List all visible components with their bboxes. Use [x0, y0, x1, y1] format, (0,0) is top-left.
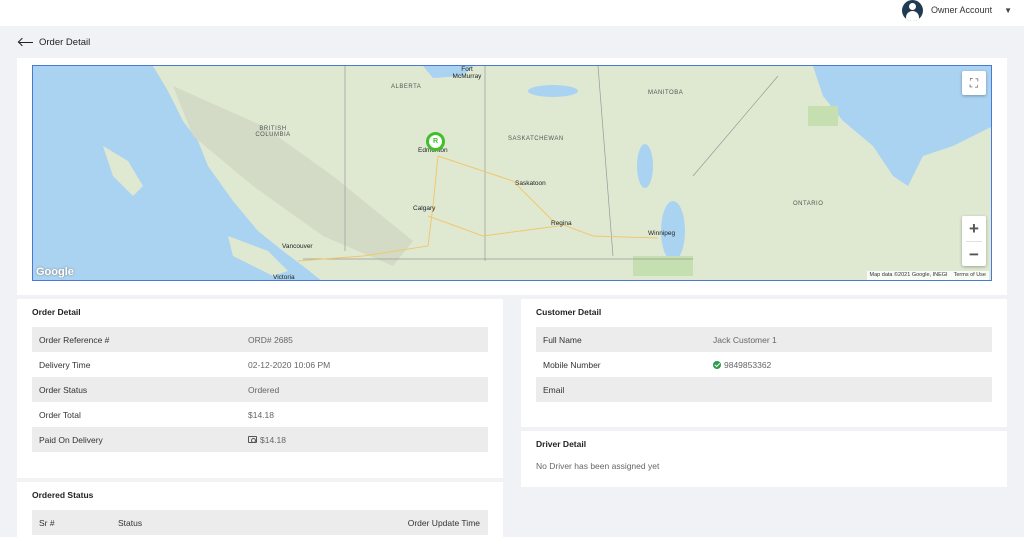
row-value: $14.18	[248, 409, 274, 420]
region-label: ALBERTA	[391, 84, 422, 90]
full-name-row: Full Name Jack Customer 1	[536, 327, 992, 352]
map-view[interactable]: ALBERTA MANITOBA BRITISH COLUMBIA SASKAT…	[32, 65, 992, 281]
google-logo: Google	[36, 266, 74, 278]
row-label: Delivery Time	[39, 359, 91, 370]
row-label: Full Name	[543, 334, 582, 345]
column-header: Status	[118, 517, 143, 528]
breadcrumb: Order Detail	[17, 37, 90, 48]
mobile-number-row: Mobile Number 9849853362	[536, 352, 992, 377]
delivery-time-row: Delivery Time 02-12-2020 10:06 PM	[32, 352, 488, 377]
row-label: Mobile Number	[543, 359, 601, 370]
row-value: $14.18	[248, 435, 286, 445]
order-reference-row: Order Reference # ORD# 2685	[32, 327, 488, 352]
order-total-row: Order Total $14.18	[32, 402, 488, 427]
zoom-control: + −	[962, 216, 986, 266]
region-label: ONTARIO	[793, 201, 824, 207]
row-value: 02-12-2020 10:06 PM	[248, 359, 331, 370]
status-table-header: Sr # Status Order Update Time	[32, 510, 488, 535]
mobile-number: 9849853362	[724, 359, 772, 370]
order-detail-card: Order Detail Order Reference # ORD# 2685…	[17, 299, 503, 478]
terms-link[interactable]: Terms of Use	[954, 272, 986, 279]
column-header: Order Update Time	[407, 517, 480, 528]
city-label: Victoria	[273, 274, 295, 281]
map-attribution: Map data ©2021 Google, INEGI Terms of Us…	[866, 271, 989, 280]
page-title: Order Detail	[39, 37, 91, 48]
column-header: Sr #	[39, 517, 55, 528]
driver-detail-card: Driver Detail No Driver has been assigne…	[521, 431, 1007, 487]
row-value: ORD# 2685	[248, 334, 293, 345]
chevron-down-icon[interactable]: ▼	[1004, 6, 1012, 15]
city-label: Saskatoon	[515, 180, 546, 187]
paid-on-delivery-row: Paid On Delivery $14.18	[32, 427, 488, 452]
order-status-row: Order Status Ordered	[32, 377, 488, 402]
email-row: Email	[536, 377, 992, 402]
customer-detail-title: Customer Detail	[536, 307, 602, 317]
account-name[interactable]: Owner Account	[931, 5, 992, 15]
paid-amount: $14.18	[260, 434, 286, 445]
map-marker[interactable]: R	[426, 132, 445, 151]
customer-detail-card: Customer Detail Full Name Jack Customer …	[521, 299, 1007, 427]
map-data-text: Map data ©2021 Google, INEGI	[869, 272, 948, 278]
city-label: Regina	[551, 220, 572, 227]
arrow-left-icon[interactable]	[17, 38, 33, 48]
no-driver-message: No Driver has been assigned yet	[536, 461, 660, 471]
row-value: 9849853362	[713, 360, 771, 370]
city-label: Fort McMurray	[452, 66, 482, 80]
cash-icon	[248, 436, 257, 443]
order-detail-title: Order Detail	[32, 307, 81, 317]
ordered-status-title: Ordered Status	[32, 490, 94, 500]
top-bar: Owner Account ▼	[0, 0, 1024, 26]
row-label: Order Total	[39, 409, 81, 420]
row-label: Paid On Delivery	[39, 434, 103, 445]
city-label: Calgary	[413, 205, 436, 212]
map-card: ALBERTA MANITOBA BRITISH COLUMBIA SASKAT…	[17, 58, 1007, 295]
ordered-status-card: Ordered Status Sr # Status Order Update …	[17, 482, 503, 537]
user-avatar-icon[interactable]	[902, 0, 924, 21]
verified-check-icon	[713, 360, 721, 369]
region-label: BRITISH COLUMBIA	[255, 126, 291, 138]
city-label: Vancouver	[282, 243, 313, 250]
city-label: Winnipeg	[648, 230, 676, 237]
row-label: Email	[543, 384, 565, 395]
driver-detail-title: Driver Detail	[536, 439, 587, 449]
region-label: SASKATCHEWAN	[508, 136, 564, 142]
row-value: Ordered	[248, 384, 280, 395]
row-label: Order Reference #	[39, 334, 110, 345]
map-terrain	[33, 66, 991, 280]
fullscreen-icon[interactable]: ⛶	[962, 71, 986, 95]
row-value: Jack Customer 1	[713, 334, 777, 345]
zoom-in-button[interactable]: +	[962, 216, 986, 241]
zoom-out-button[interactable]: −	[962, 242, 986, 267]
region-label: MANITOBA	[648, 90, 684, 96]
row-label: Order Status	[39, 384, 88, 395]
account-menu[interactable]: Owner Account ▼	[902, 0, 1012, 21]
